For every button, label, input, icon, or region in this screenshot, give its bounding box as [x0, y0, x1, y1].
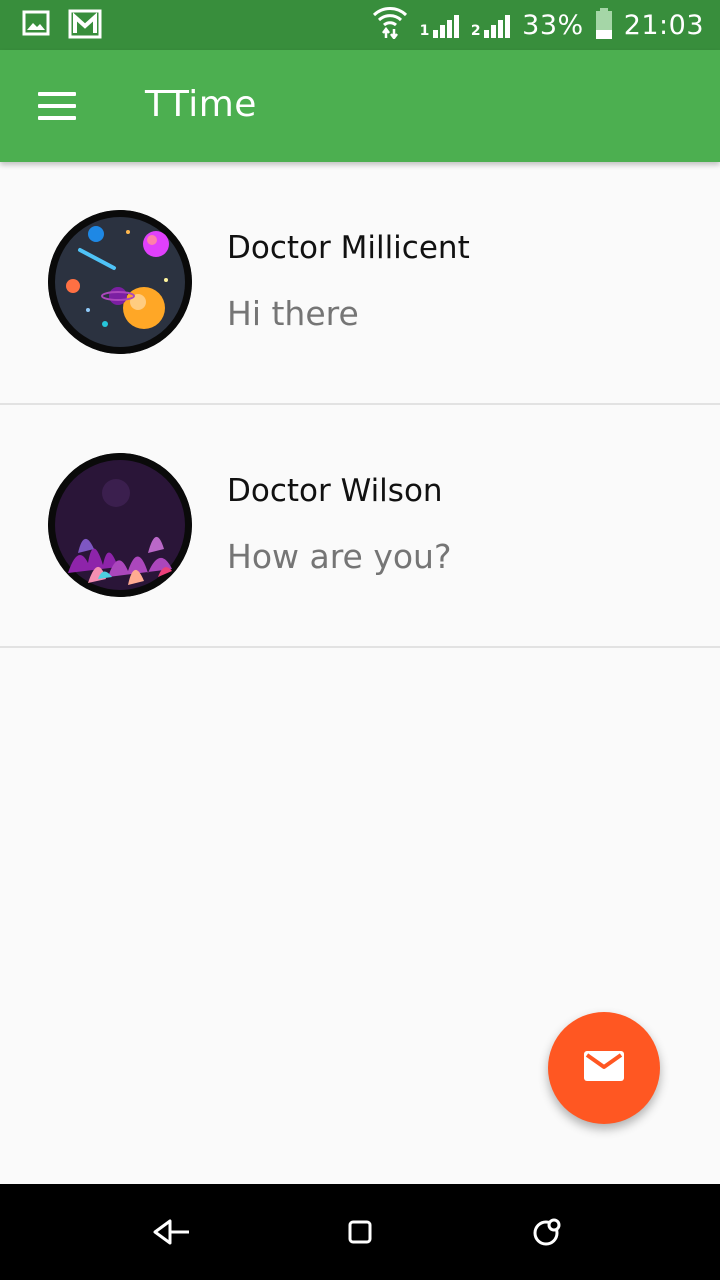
jungle-avatar [48, 453, 192, 597]
menu-icon[interactable] [38, 92, 76, 120]
battery-fill [595, 29, 612, 39]
gallery-icon [22, 9, 50, 43]
app-bar: TTime [0, 50, 720, 162]
status-bar: 1 2 33% 21:03 [0, 0, 720, 50]
signal-icon: 2 [470, 12, 511, 39]
battery-percent: 33% [522, 9, 584, 41]
conversation-item[interactable]: Doctor Wilson How are you? [0, 405, 720, 648]
gmail-icon [68, 9, 102, 43]
recents-icon[interactable] [527, 1212, 567, 1252]
sim1-label: 1 [419, 23, 430, 39]
conversation-list: Doctor Millicent Hi there Doctor Wilson … [0, 162, 720, 648]
home-icon[interactable] [340, 1212, 380, 1252]
conversation-item[interactable]: Doctor Millicent Hi there [0, 162, 720, 405]
navigation-bar [0, 1184, 720, 1280]
app-title: TTime [145, 84, 257, 125]
compose-button[interactable] [548, 1012, 660, 1124]
space-avatar [48, 210, 192, 354]
signal-icon: 1 [420, 12, 459, 38]
message-preview: How are you? [227, 537, 452, 576]
sim2-label: 2 [470, 23, 482, 39]
mail-icon [583, 1050, 625, 1086]
battery-icon [595, 8, 612, 39]
status-time: 21:03 [623, 9, 704, 41]
contact-name: Doctor Wilson [227, 473, 443, 509]
message-preview: Hi there [227, 294, 359, 333]
back-icon[interactable] [152, 1212, 192, 1252]
contact-name: Doctor Millicent [227, 230, 470, 266]
wifi-icon [372, 5, 408, 46]
